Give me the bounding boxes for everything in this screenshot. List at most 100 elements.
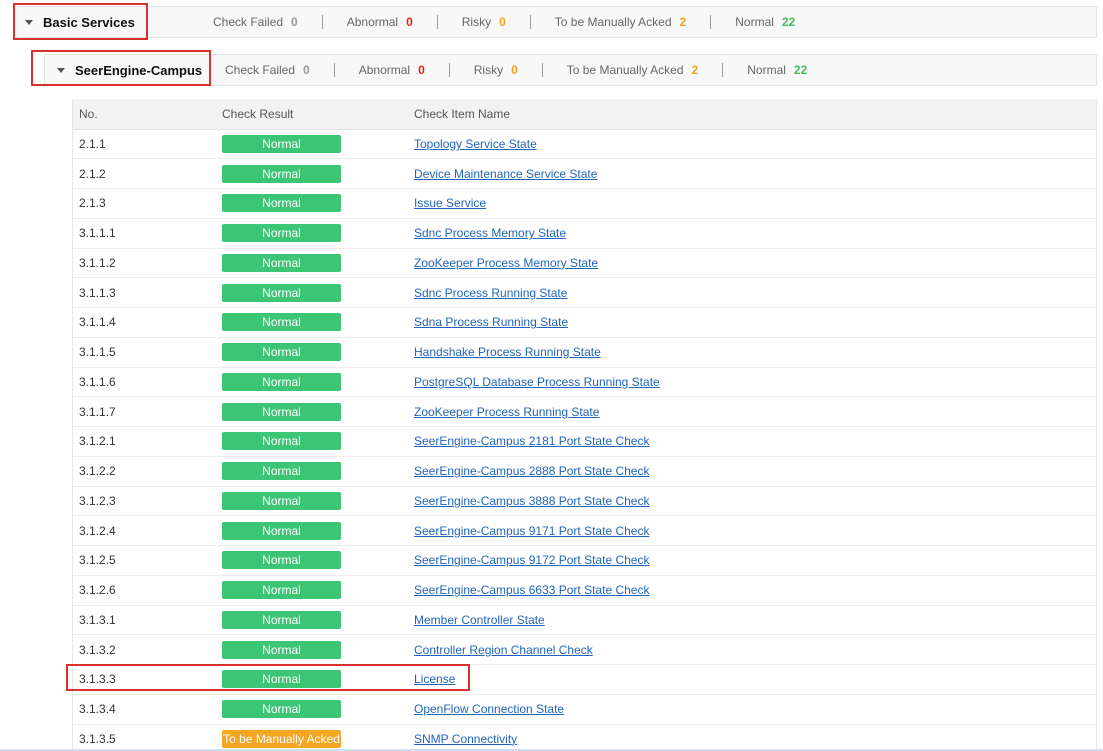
cell-check-item-name: ZooKeeper Process Memory State: [408, 248, 1096, 279]
check-item-link[interactable]: ZooKeeper Process Running State: [414, 405, 599, 419]
cell-check-result: Normal: [216, 515, 408, 546]
cell-check-result: Normal: [216, 248, 408, 279]
check-item-link[interactable]: Handshake Process Running State: [414, 345, 601, 359]
cell-no: 3.1.3.3: [73, 664, 216, 695]
check-item-link[interactable]: SeerEngine-Campus 6633 Port State Check: [414, 583, 649, 597]
cell-check-result: Normal: [216, 129, 408, 160]
cell-check-result: Normal: [216, 277, 408, 308]
stat-normal: Normal 22: [735, 15, 796, 29]
cell-check-result: Normal: [216, 605, 408, 636]
cell-no: 3.1.2.5: [73, 545, 216, 576]
check-item-link[interactable]: Controller Region Channel Check: [414, 643, 593, 657]
cell-check-item-name: Controller Region Channel Check: [408, 634, 1096, 665]
check-item-link[interactable]: Sdnc Process Running State: [414, 286, 567, 300]
table-row: 3.1.1.3 Normal Sdnc Process Running State: [73, 277, 1096, 308]
stat-manually-acked: To be Manually Acked 2: [566, 63, 699, 77]
check-item-link[interactable]: Issue Service: [414, 196, 486, 210]
status-badge: Normal: [222, 610, 341, 629]
cell-check-item-name: Handshake Process Running State: [408, 337, 1096, 368]
check-item-link[interactable]: OpenFlow Connection State: [414, 702, 564, 716]
stat-abnormal: Abnormal 0: [346, 15, 413, 29]
cell-check-result: Normal: [216, 218, 408, 249]
status-badge: Normal: [222, 670, 341, 689]
check-item-link[interactable]: SNMP Connectivity: [414, 732, 517, 746]
divider: [448, 63, 450, 77]
check-item-link[interactable]: Member Controller State: [414, 613, 545, 627]
table-row: 2.1.1 Normal Topology Service State: [73, 129, 1096, 160]
table-row: 3.1.1.6 Normal PostgreSQL Database Process…: [73, 367, 1096, 398]
cell-check-item-name: PostgreSQL Database Process Running Stat…: [408, 367, 1096, 398]
cell-no: 3.1.2.1: [73, 426, 216, 457]
check-item-link[interactable]: SeerEngine-Campus 2181 Port State Check: [414, 434, 649, 448]
cell-check-result: Normal: [216, 545, 408, 576]
check-item-link[interactable]: Sdna Process Running State: [414, 315, 568, 329]
check-item-link[interactable]: SeerEngine-Campus 2888 Port State Check: [414, 464, 649, 478]
header-check-item-name[interactable]: Check Item Name: [408, 99, 1096, 130]
header-no[interactable]: No.: [73, 99, 216, 130]
check-item-link[interactable]: Topology Service State: [414, 137, 537, 151]
cell-no: 3.1.1.6: [73, 367, 216, 398]
status-badge: Normal: [222, 194, 341, 213]
table-row: 3.1.3.5 To be Manually Acked SNMP Connecti…: [73, 724, 1096, 751]
check-item-link[interactable]: SeerEngine-Campus 3888 Port State Check: [414, 494, 649, 508]
status-badge: Normal: [222, 164, 341, 183]
cell-check-item-name: ZooKeeper Process Running State: [408, 396, 1096, 427]
cell-check-item-name: SeerEngine-Campus 2888 Port State Check: [408, 456, 1096, 487]
check-results-table: No. Check Result Check Item Name 2.1.1 No…: [72, 99, 1097, 751]
cell-no: 3.1.1.3: [73, 277, 216, 308]
cell-check-item-name: Topology Service State: [408, 129, 1096, 160]
divider: [333, 63, 335, 77]
cell-check-item-name: SNMP Connectivity: [408, 724, 1096, 751]
cell-check-result: Normal: [216, 664, 408, 695]
table-row: 3.1.3.3 Normal License: [73, 664, 1096, 695]
table-row: 3.1.2.6 Normal SeerEngine-Campus 6633 Port…: [73, 575, 1096, 606]
cell-check-item-name: Sdnc Process Memory State: [408, 218, 1096, 249]
table-row: 3.1.1.2 Normal ZooKeeper Process Memory St…: [73, 248, 1096, 279]
table-row: 3.1.2.3 Normal SeerEngine-Campus 3888 Port…: [73, 486, 1096, 517]
status-badge: Normal: [222, 253, 341, 272]
check-item-link[interactable]: License: [414, 672, 455, 686]
cell-check-result: Normal: [216, 158, 408, 189]
divider: [710, 15, 712, 29]
cell-no: 3.1.2.2: [73, 456, 216, 487]
check-item-link[interactable]: SeerEngine-Campus 9171 Port State Check: [414, 524, 649, 538]
cell-check-item-name: Device Maintenance Service State: [408, 158, 1096, 189]
cell-check-item-name: SeerEngine-Campus 9171 Port State Check: [408, 515, 1096, 546]
cell-no: 2.1.1: [73, 129, 216, 160]
cell-no: 3.1.3.5: [73, 724, 216, 751]
table-row: 2.1.3 Normal Issue Service: [73, 188, 1096, 219]
cell-no: 3.1.1.7: [73, 396, 216, 427]
table-row: 3.1.1.5 Normal Handshake Process Running S…: [73, 337, 1096, 368]
table-row: 3.1.1.4 Normal Sdna Process Running State: [73, 307, 1096, 338]
divider: [541, 63, 543, 77]
status-badge: Normal: [222, 343, 341, 362]
stat-check-failed: Check Failed 0: [213, 15, 298, 29]
check-item-link[interactable]: PostgreSQL Database Process Running Stat…: [414, 375, 660, 389]
cell-no: 3.1.1.1: [73, 218, 216, 249]
stat-manually-acked: To be Manually Acked 2: [554, 15, 687, 29]
group-bar-basic-services[interactable]: Basic Services Check Failed 0 Abnormal 0…: [14, 6, 1097, 38]
status-badge: Normal: [222, 134, 341, 153]
check-item-link[interactable]: Sdnc Process Memory State: [414, 226, 566, 240]
table-row: 3.1.2.2 Normal SeerEngine-Campus 2888 Port…: [73, 456, 1096, 487]
cell-check-result: Normal: [216, 367, 408, 398]
group-bar-seerengine-campus[interactable]: SeerEngine-Campus Check Failed 0 Abnorma…: [44, 54, 1097, 86]
caret-down-icon[interactable]: [25, 19, 33, 25]
header-check-result[interactable]: Check Result: [216, 99, 408, 130]
check-item-link[interactable]: ZooKeeper Process Memory State: [414, 256, 598, 270]
check-item-link[interactable]: Device Maintenance Service State: [414, 167, 597, 181]
status-badge: Normal: [222, 313, 341, 332]
status-badge: Normal: [222, 462, 341, 481]
stat-risky: Risky 0: [461, 15, 506, 29]
check-item-link[interactable]: SeerEngine-Campus 9172 Port State Check: [414, 553, 649, 567]
cell-no: 2.1.2: [73, 158, 216, 189]
cell-no: 3.1.3.4: [73, 694, 216, 725]
caret-down-icon[interactable]: [57, 67, 65, 73]
table-row: 3.1.1.1 Normal Sdnc Process Memory State: [73, 218, 1096, 249]
cell-check-result: Normal: [216, 694, 408, 725]
status-badge: Normal: [222, 283, 341, 302]
table-row: 3.1.3.2 Normal Controller Region Channel C…: [73, 634, 1096, 665]
table-header-row: No. Check Result Check Item Name: [73, 99, 1096, 130]
table-row: 3.1.2.1 Normal SeerEngine-Campus 2181 Port…: [73, 426, 1096, 457]
cell-check-item-name: Sdna Process Running State: [408, 307, 1096, 338]
